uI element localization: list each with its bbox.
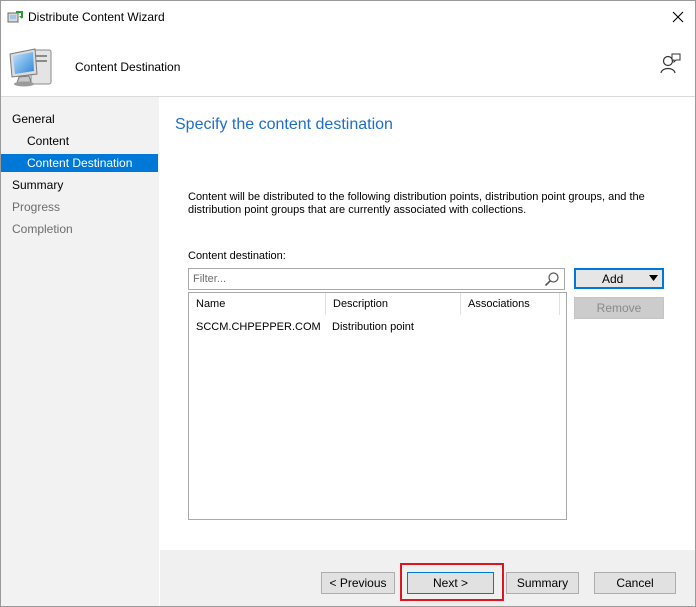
nav-item-label: Summary <box>12 178 64 192</box>
add-button-label: Add <box>602 272 624 286</box>
content-destination-label: Content destination: <box>188 250 286 262</box>
remove-button[interactable]: Remove <box>574 297 664 319</box>
title-bar: Distribute Content Wizard <box>1 1 695 33</box>
column-header-name[interactable]: Name <box>189 293 326 315</box>
cell-name: SCCM.CHPEPPER.COM <box>196 321 321 333</box>
close-icon <box>672 11 684 23</box>
nav-item-label: Progress <box>12 200 61 214</box>
distribute-content-icon <box>7 11 23 23</box>
destination-list[interactable]: Name Description Associations SCCM.CHPEP… <box>188 292 567 520</box>
section-heading: Specify the content destination <box>175 116 393 133</box>
nav-item-content: Content <box>1 132 158 150</box>
nav-item-label: Completion <box>12 222 73 236</box>
main-panel: Specify the content destination Content … <box>160 97 695 549</box>
computer-monitor-icon <box>9 48 52 87</box>
column-header-associations[interactable]: Associations <box>461 293 560 315</box>
wizard-nav: General Content Content Destination Summ… <box>1 97 159 606</box>
nav-item-label: Content <box>27 134 70 148</box>
description-text: Content will be distributed to the follo… <box>188 191 645 216</box>
previous-button[interactable]: < Previous <box>321 572 395 594</box>
page-title: Content Destination <box>75 60 181 74</box>
column-header-label: Description <box>333 298 389 310</box>
nav-item-content-destination: Content Destination <box>1 154 158 172</box>
filter-box <box>188 268 565 290</box>
column-header-label: Name <box>196 298 226 310</box>
nav-item-general: General <box>1 110 158 128</box>
nav-item-label: Content Destination <box>27 156 133 170</box>
close-button[interactable] <box>661 1 695 33</box>
cancel-button[interactable]: Cancel <box>594 572 676 594</box>
column-header-description[interactable]: Description <box>326 293 461 315</box>
next-button-highlight <box>400 563 504 601</box>
cell-description: Distribution point <box>332 321 414 333</box>
window-title: Distribute Content Wizard <box>28 10 165 24</box>
wizard-window: Distribute Content Wizard Content Destin <box>0 0 696 607</box>
nav-item-summary: Summary <box>1 176 158 194</box>
dropdown-arrow-icon <box>649 275 658 281</box>
filter-input[interactable] <box>189 269 543 289</box>
search-icon[interactable] <box>544 271 560 287</box>
nav-item-label: General <box>12 112 55 126</box>
nav-item-progress: Progress <box>1 198 158 216</box>
add-button[interactable]: Add <box>574 268 664 289</box>
summary-button[interactable]: Summary <box>506 572 579 594</box>
help-person-icon[interactable] <box>659 53 681 75</box>
wizard-header: Content Destination <box>1 33 695 97</box>
nav-item-completion: Completion <box>1 220 158 238</box>
column-header-label: Associations <box>468 298 530 310</box>
